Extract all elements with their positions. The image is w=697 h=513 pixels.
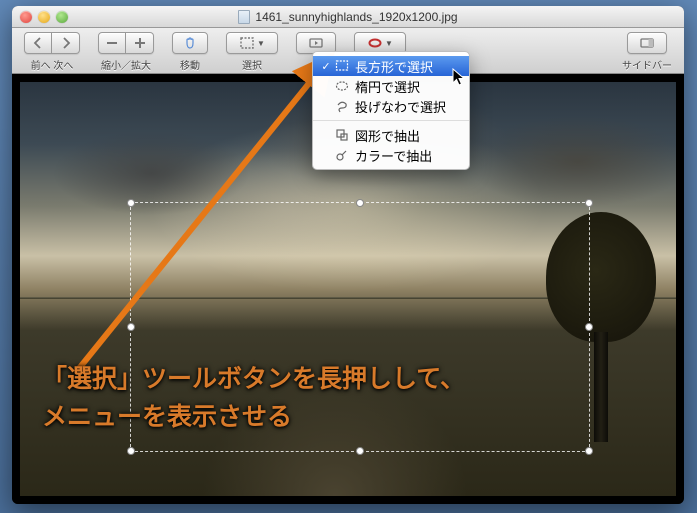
resize-handle[interactable]: [585, 447, 593, 455]
lasso-icon: [333, 99, 351, 113]
sidebar-icon: [639, 35, 655, 51]
mouse-cursor-icon: [452, 68, 466, 88]
shape-extract-icon: [333, 128, 351, 142]
annotation-text: 「選択」ツールボタンを長押しして、 メニューを表示させる: [42, 361, 465, 436]
dropdown-indicator-icon: ▼: [385, 39, 393, 48]
marquee-icon: [239, 35, 255, 51]
hand-icon: [182, 35, 198, 51]
dropdown-indicator-icon: ▼: [257, 39, 265, 48]
menu-item-color-extract[interactable]: カラーで抽出: [313, 145, 469, 165]
title-area: 1461_sunnyhighlands_1920x1200.jpg: [12, 10, 684, 24]
window-title: 1461_sunnyhighlands_1920x1200.jpg: [255, 10, 457, 24]
sidebar-toggle-button[interactable]: [627, 32, 667, 54]
menu-item-label: カラーで抽出: [355, 146, 432, 165]
menu-item-label: 図形で抽出: [355, 126, 420, 145]
annotation-line1: 「選択」ツールボタンを長押しして、: [42, 365, 465, 393]
titlebar: 1461_sunnyhighlands_1920x1200.jpg: [12, 6, 684, 28]
zoom-window-button[interactable]: [56, 11, 68, 23]
minimize-window-button[interactable]: [38, 11, 50, 23]
resize-handle[interactable]: [585, 199, 593, 207]
menu-separator: [313, 120, 469, 121]
select-tool-menu: ✓ 長方形で選択 楕円で選択 投げなわで選択 図形で抽出: [312, 51, 470, 170]
resize-handle[interactable]: [356, 199, 364, 207]
checkmark-icon: ✓: [319, 60, 333, 73]
menu-item-lasso-select[interactable]: 投げなわで選択: [313, 96, 469, 116]
ellipse-select-icon: [333, 79, 351, 93]
sidebar-group: サイドバー: [622, 32, 672, 72]
menu-item-rect-select[interactable]: ✓ 長方形で選択: [313, 56, 469, 76]
color-extract-icon: [333, 148, 351, 162]
resize-handle[interactable]: [585, 323, 593, 331]
resize-handle[interactable]: [127, 447, 135, 455]
menu-item-shape-extract[interactable]: 図形で抽出: [313, 125, 469, 145]
sidebar-label: サイドバー: [622, 57, 672, 72]
close-window-button[interactable]: [20, 11, 32, 23]
annotation-arrow-icon: [47, 51, 357, 381]
oval-icon: [367, 35, 383, 51]
slideshow-icon: [308, 35, 324, 51]
annotation-line2: メニューを表示させる: [42, 403, 292, 431]
rect-select-icon: [333, 59, 351, 73]
menu-item-label: 楕円で選択: [355, 77, 420, 96]
resize-handle[interactable]: [356, 447, 364, 455]
menu-item-label: 投げなわで選択: [355, 97, 446, 116]
menu-item-ellipse-select[interactable]: 楕円で選択: [313, 76, 469, 96]
menu-item-label: 長方形で選択: [355, 57, 433, 76]
window-controls: [20, 11, 68, 23]
document-icon: [238, 10, 250, 24]
preview-window: 1461_sunnyhighlands_1920x1200.jpg 前へ 次へ: [12, 6, 684, 504]
